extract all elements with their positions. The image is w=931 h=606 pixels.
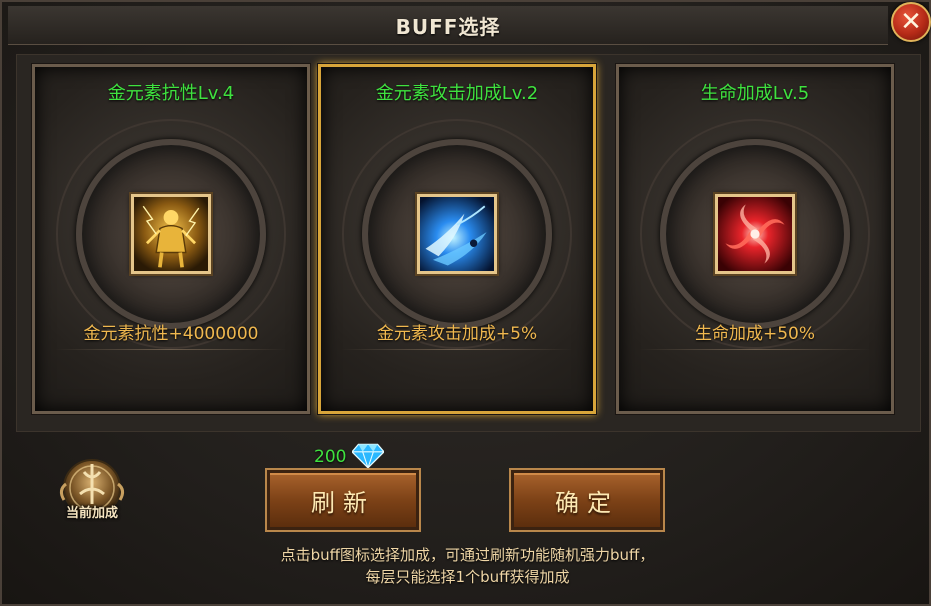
card-divider — [639, 349, 871, 350]
refresh-cost: 200 — [314, 442, 386, 472]
hint-line-2: 每层只能选择1个buff获得加成 — [365, 568, 570, 586]
card-divider — [55, 349, 287, 350]
buff-card-1[interactable]: 金元素抗性Lv.4 金元素抗性+4000000 — [31, 63, 311, 415]
title-bar: BUFF选择 — [8, 6, 888, 45]
current-buff-button[interactable]: 当前加成 — [52, 454, 132, 528]
dialog-title: BUFF选择 — [395, 14, 501, 39]
red-vortex-icon[interactable] — [715, 194, 795, 274]
buff-card-name: 金元素攻击加成Lv.2 — [375, 83, 539, 104]
buff-card-2[interactable]: 金元素攻击加成Lv.2 金元素攻击加成+5% — [317, 63, 597, 415]
buff-card-effect: 金元素抗性+4000000 — [83, 324, 259, 344]
buff-card-effect: 生命加成+50% — [694, 324, 816, 344]
buff-card-3[interactable]: 生命加成Lv.5 生命加成+50% — [615, 63, 895, 415]
buff-select-dialog: BUFF选择 ✕ 金元素抗性Lv.4 金元素抗性+4000000 金元素攻击加成… — [0, 0, 931, 606]
diamond-icon — [351, 442, 386, 472]
hint-line-1: 点击buff图标选择加成，可通过刷新功能随机强力buff， — [280, 546, 655, 564]
blue-slash-icon[interactable] — [417, 194, 497, 274]
close-icon[interactable]: ✕ — [891, 2, 931, 42]
card-divider — [341, 349, 573, 350]
buff-card-name: 生命加成Lv.5 — [700, 83, 810, 104]
buff-card-effect: 金元素攻击加成+5% — [376, 324, 538, 344]
buff-card-name: 金元素抗性Lv.4 — [107, 83, 235, 104]
golden-statue-icon[interactable] — [131, 194, 211, 274]
current-buff-label: 当前加成 — [65, 506, 118, 521]
refresh-cost-value: 200 — [314, 447, 347, 467]
confirm-button[interactable]: 确定 — [509, 468, 665, 532]
refresh-button[interactable]: 刷新 — [265, 468, 421, 532]
